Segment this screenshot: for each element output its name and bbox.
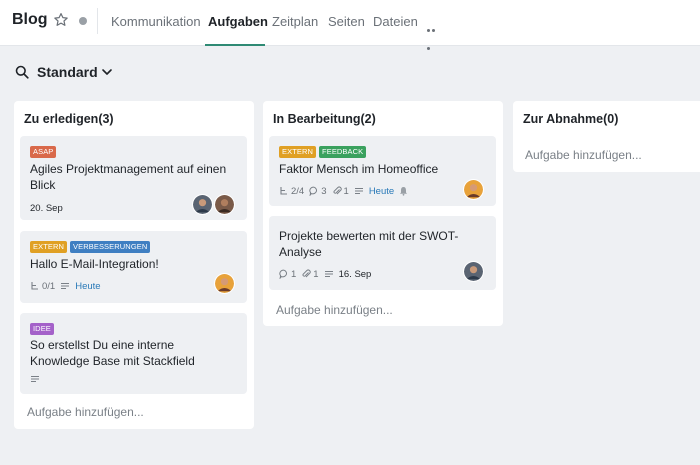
task-card[interactable]: Projekte bewerten mit der SWOT-Analyse 1… <box>269 216 496 290</box>
tab-dateien[interactable]: Dateien <box>373 14 418 29</box>
search-icon[interactable] <box>15 65 29 79</box>
task-title: Faktor Mensch im Homeoffice <box>279 162 439 176</box>
description-icon <box>31 375 39 383</box>
tab-aufgaben[interactable]: Aufgaben <box>208 14 268 29</box>
active-tab-indicator <box>205 44 265 46</box>
comment-count: 1 <box>291 268 297 280</box>
comment-icon <box>279 269 287 279</box>
tab-kommunikation[interactable]: Kommunikation <box>111 14 201 29</box>
task-card[interactable]: EXTERN VERBESSERUNGEN Hallo E-Mail-Integ… <box>20 231 247 303</box>
tab-seiten[interactable]: Seiten <box>328 14 365 29</box>
add-task-button[interactable]: Aufgabe hinzufügen... <box>27 405 144 419</box>
subtask-count: 0/1 <box>42 280 56 292</box>
attachment-count: 1 <box>343 185 349 197</box>
comment-count: 3 <box>321 185 327 197</box>
subtask-count: 2/4 <box>291 185 305 197</box>
task-card[interactable]: IDEE So erstellst Du eine interne Knowle… <box>20 313 247 394</box>
task-title: Agiles Projektmanagement auf einen Blick <box>30 162 227 192</box>
tag-asap: ASAP <box>30 146 57 158</box>
due-date: 16. Sep <box>338 268 372 280</box>
avatar[interactable] <box>214 273 235 294</box>
subtask-icon <box>280 187 287 195</box>
task-card[interactable]: EXTERN FEEDBACK Faktor Mensch im Homeoff… <box>269 136 496 206</box>
column-title: Zur Abnahme(0) <box>523 112 619 126</box>
add-task-button[interactable]: Aufgabe hinzufügen... <box>525 148 642 162</box>
column-zur-abnahme: Zur Abnahme(0) Aufgabe hinzufügen... <box>513 101 700 172</box>
comment-icon <box>309 186 318 196</box>
tag-extern: EXTERN <box>30 241 68 253</box>
view-selector[interactable]: Standard <box>37 64 98 80</box>
attachment-icon <box>302 269 311 278</box>
attachment-count: 1 <box>313 268 319 280</box>
tag-idee: IDEE <box>30 323 54 335</box>
column-in-bearbeitung: In Bearbeitung(2) EXTERN FEEDBACK Faktor… <box>263 101 503 326</box>
subtask-icon <box>31 282 38 290</box>
star-icon[interactable] <box>53 12 69 28</box>
status-dot-icon <box>79 17 87 25</box>
task-card[interactable]: ASAP Agiles Projektmanagement auf einen … <box>20 136 247 220</box>
due-date: Heute <box>368 185 395 197</box>
tag-verbesserungen: VERBESSERUNGEN <box>70 241 151 253</box>
more-icon[interactable] <box>427 19 441 50</box>
task-title: Hallo E-Mail-Integration! <box>30 257 159 271</box>
column-title: Zu erledigen(3) <box>24 112 114 126</box>
bell-icon <box>400 187 408 196</box>
description-icon <box>324 270 333 278</box>
tab-zeitplan[interactable]: Zeitplan <box>272 14 318 29</box>
task-title: So erstellst Du eine interne Knowledge B… <box>30 338 195 368</box>
description-icon <box>61 282 70 290</box>
due-date: 20. Sep <box>30 202 63 214</box>
avatar[interactable] <box>192 194 213 215</box>
avatar[interactable] <box>214 194 235 215</box>
column-title: In Bearbeitung(2) <box>273 112 376 126</box>
task-title: Projekte bewerten mit der SWOT-Analyse <box>279 229 459 259</box>
tag-feedback: FEEDBACK <box>319 146 367 158</box>
attachment-icon <box>333 186 342 195</box>
avatar[interactable] <box>463 179 484 200</box>
due-date: Heute <box>75 280 101 292</box>
avatar[interactable] <box>463 261 484 282</box>
column-zu-erledigen: Zu erledigen(3) ASAP Agiles Projektmanag… <box>14 101 254 429</box>
header-divider <box>97 8 98 34</box>
top-bar: Blog Kommunikation Aufgaben Zeitplan Sei… <box>0 0 700 50</box>
description-icon <box>354 187 363 195</box>
tag-extern: EXTERN <box>279 146 317 158</box>
workspace-title: Blog <box>12 11 48 28</box>
chevron-down-icon[interactable] <box>101 67 113 77</box>
add-task-button[interactable]: Aufgabe hinzufügen... <box>276 303 393 317</box>
